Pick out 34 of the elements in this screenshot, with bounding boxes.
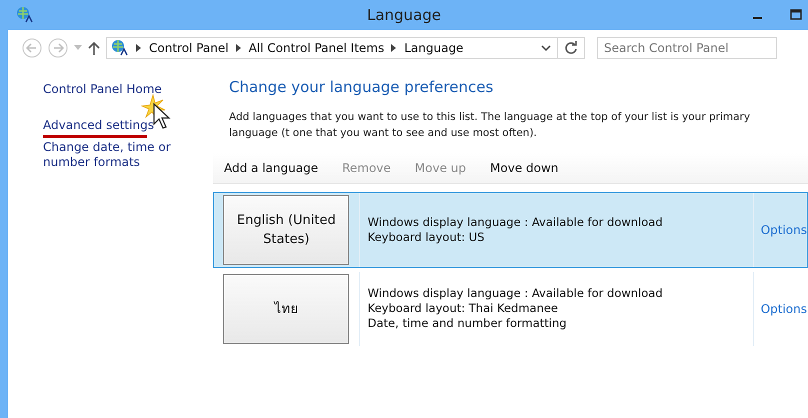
globe-icon: [16, 6, 34, 24]
language-name-tile[interactable]: English (United States): [223, 195, 350, 265]
language-row[interactable]: English (United States) Windows display language : Available for download Keyboard layout: US Options: [213, 192, 808, 268]
refresh-button[interactable]: [557, 37, 585, 59]
chevron-icon: [391, 44, 398, 52]
breadcrumb[interactable]: Language: [404, 41, 464, 55]
address-bar[interactable]: Control Panel All Control Panel Items Language: [106, 37, 558, 59]
refresh-icon: [564, 41, 578, 55]
toolbar-button[interactable]: Add a language: [213, 161, 328, 175]
language-detail: Date, time and number formatting: [368, 316, 568, 331]
sidebar-link[interactable]: Advanced settings: [43, 118, 213, 133]
sidebar-link[interactable]: Change date, time or number formats: [43, 140, 208, 170]
language-detail: Keyboard layout: Thai Kedmanee: [368, 301, 560, 316]
sidebar-link[interactable]: Control Panel Home: [43, 82, 213, 97]
breadcrumb[interactable]: Control Panel: [149, 41, 229, 55]
search-field[interactable]: Search Control Panel: [597, 37, 777, 59]
language-detail: Keyboard layout: US: [368, 230, 486, 245]
options-link[interactable]: Options: [760, 302, 807, 316]
options-link[interactable]: Options: [760, 223, 807, 237]
language-row[interactable]: ไทย Windows display language : Available for download Keyboard layout: Thai Kedmanee Date, time and number formatting Options: [213, 271, 808, 347]
dropdown-caret-icon[interactable]: [541, 44, 551, 52]
maximize-icon[interactable]: [790, 9, 802, 21]
breadcrumb[interactable]: All Control Panel Items: [248, 41, 384, 55]
page-heading: Change your language preferences: [229, 78, 494, 96]
globe-icon: [111, 39, 129, 57]
language-detail: Windows display language : Available for download: [368, 215, 664, 230]
window-title: Language: [366, 6, 442, 24]
toolbar-button[interactable]: Move down: [479, 161, 568, 175]
language-detail: Windows display language : Available for download: [368, 286, 664, 301]
language-name-tile[interactable]: ไทย: [223, 274, 350, 344]
up-arrow-icon[interactable]: [88, 41, 100, 55]
chevron-icon: [236, 44, 242, 52]
chevron-icon: [136, 44, 142, 52]
description-text: Add languages that you want to use to this list. The language at the top of your list is your primary language (t one that you want to see and use most often).: [229, 110, 752, 141]
